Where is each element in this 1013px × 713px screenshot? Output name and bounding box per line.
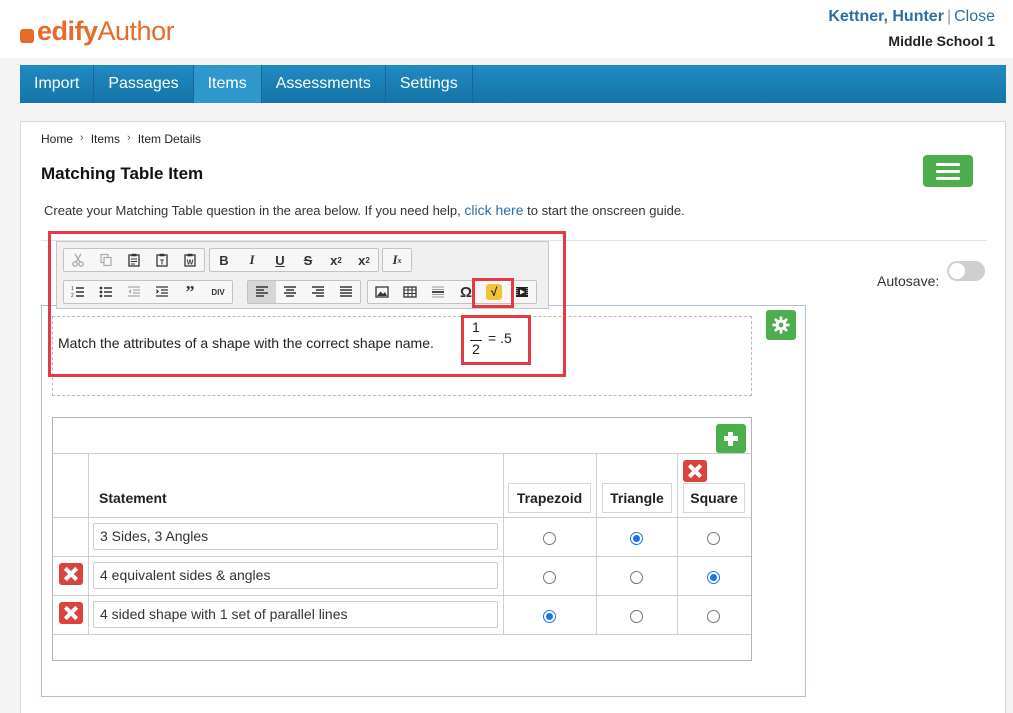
table-divider: [53, 453, 751, 454]
school-name: Middle School 1: [888, 33, 995, 49]
breadcrumb-separator: ›: [127, 132, 131, 144]
column-header-square[interactable]: Square: [683, 483, 745, 513]
settings-gear-button[interactable]: [766, 310, 796, 340]
nav-passages[interactable]: Passages: [94, 65, 194, 103]
autosave-label: Autosave:: [877, 273, 940, 289]
user-name[interactable]: Kettner, Hunter: [828, 8, 944, 25]
logo-light-text: Author: [97, 16, 175, 46]
gear-icon: [772, 316, 790, 334]
breadcrumb-item-details: Item Details: [137, 132, 202, 146]
user-separator: |: [946, 8, 952, 25]
statement-input[interactable]: 4 sided shape with 1 set of parallel lin…: [93, 601, 498, 628]
table-divider: [88, 453, 89, 634]
menu-bar-icon: [936, 176, 960, 180]
radio-row1-trapezoid[interactable]: [543, 532, 556, 545]
table-divider: [53, 634, 751, 635]
breadcrumb-home[interactable]: Home: [41, 132, 73, 146]
table-divider: [53, 595, 751, 596]
statement-header: Statement: [99, 490, 167, 506]
app-header: edify Author Kettner, Hunter | Close Middle…: [0, 0, 1013, 58]
statement-input[interactable]: 3 Sides, 3 Angles: [93, 523, 498, 550]
nav-settings[interactable]: Settings: [386, 65, 473, 103]
radio-row2-square[interactable]: [707, 571, 720, 584]
radio-row1-triangle[interactable]: [630, 532, 643, 545]
radio-row3-trapezoid[interactable]: [543, 610, 556, 623]
logo-square-icon: [20, 28, 34, 43]
radio-row2-trapezoid[interactable]: [543, 571, 556, 584]
delete-row-button[interactable]: [59, 563, 83, 585]
user-info: Kettner, Hunter | Close: [828, 8, 995, 26]
menu-bar-icon: [936, 162, 960, 166]
table-divider: [677, 453, 678, 634]
autosave-toggle[interactable]: [947, 261, 985, 281]
table-divider: [503, 453, 504, 634]
menu-bar-icon: [936, 169, 960, 173]
page-title: Matching Table Item: [41, 164, 204, 183]
breadcrumb: Home › Items › Item Details: [41, 132, 201, 146]
nav-assessments[interactable]: Assessments: [262, 65, 386, 103]
column-header-triangle[interactable]: Triangle: [602, 483, 672, 513]
main-nav: Import Passages Items Assessments Settin…: [20, 65, 1006, 103]
breadcrumb-items[interactable]: Items: [91, 132, 120, 146]
delete-row-button[interactable]: [59, 602, 83, 624]
onscreen-guide-link[interactable]: click here: [464, 202, 523, 218]
add-column-button[interactable]: [716, 424, 746, 453]
logo-bold-text: edify: [37, 16, 98, 46]
instructions-text: Create your Matching Table question in t…: [44, 202, 685, 218]
nav-import[interactable]: Import: [20, 65, 95, 103]
close-link[interactable]: Close: [954, 8, 995, 25]
hamburger-menu-button[interactable]: [923, 155, 973, 187]
radio-row3-square[interactable]: [707, 610, 720, 623]
table-divider: [596, 453, 597, 634]
table-divider: [53, 556, 751, 557]
delete-column-button[interactable]: [683, 460, 707, 482]
edify-author-logo[interactable]: edify Author: [20, 16, 175, 47]
equation-highlight-box: [461, 315, 531, 365]
breadcrumb-separator: ›: [80, 132, 84, 144]
radio-row3-triangle[interactable]: [630, 610, 643, 623]
nav-items[interactable]: Items: [193, 65, 262, 103]
statement-input[interactable]: 4 equivalent sides & angles: [93, 562, 498, 589]
column-header-trapezoid[interactable]: Trapezoid: [508, 483, 591, 513]
radio-row1-square[interactable]: [707, 532, 720, 545]
radio-row2-triangle[interactable]: [630, 571, 643, 584]
table-divider: [53, 517, 751, 518]
math-button-highlight-box: [472, 278, 514, 308]
instructions-after: to start the onscreen guide.: [523, 203, 685, 218]
instructions-before: Create your Matching Table question in t…: [44, 203, 465, 218]
